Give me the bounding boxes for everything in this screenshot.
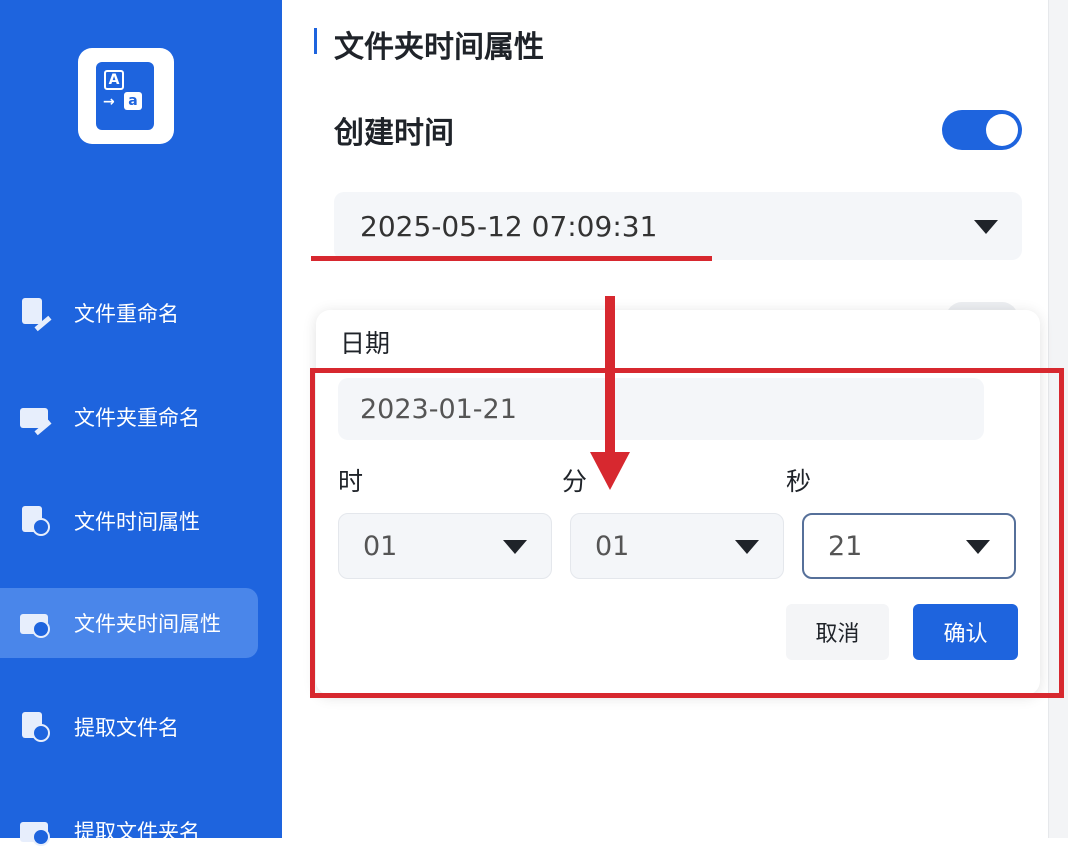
sidebar-item-label: 文件夹时间属性 bbox=[74, 612, 221, 636]
second-label: 秒 bbox=[786, 467, 812, 496]
minute-value: 01 bbox=[595, 530, 630, 562]
caret-down-icon bbox=[735, 540, 759, 554]
minute-select[interactable]: 01 bbox=[570, 513, 784, 579]
toggle-knob bbox=[986, 114, 1018, 146]
hour-value: 01 bbox=[363, 530, 398, 562]
sidebar-item-folder-rename[interactable]: 文件夹重命名 bbox=[0, 382, 258, 452]
sidebar-item-extract-foldername[interactable]: 提取文件夹名 bbox=[0, 796, 258, 866]
minute-label: 分 bbox=[562, 467, 588, 496]
folder-edit-icon bbox=[20, 402, 52, 436]
second-select[interactable]: 21 bbox=[802, 513, 1016, 579]
sidebar-item-file-time[interactable]: 文件时间属性 bbox=[0, 486, 258, 556]
date-value: 2023-01-21 bbox=[360, 393, 517, 425]
caret-down-icon bbox=[503, 540, 527, 554]
sidebar-item-label: 提取文件名 bbox=[74, 716, 179, 740]
file-edit-icon bbox=[20, 298, 52, 332]
sidebar-item-label: 文件夹重命名 bbox=[74, 406, 200, 430]
sidebar-item-extract-filename[interactable]: 提取文件名 bbox=[0, 692, 258, 762]
annotation-arrow-head bbox=[590, 452, 630, 490]
date-label: 日期 bbox=[340, 329, 391, 358]
file-extract-icon bbox=[20, 712, 50, 742]
sidebar: A → a 文件重命名 文件夹重命名 文件时间属性 文件夹时间属性 提取文件名 … bbox=[0, 0, 282, 846]
datetime-picker-popup: 日期 2023-01-21 时 分 秒 01 01 21 取消 确认 bbox=[316, 310, 1040, 695]
app-logo: A → a bbox=[78, 48, 174, 144]
caret-down-icon bbox=[974, 220, 998, 234]
scrollbar-track[interactable] bbox=[1048, 0, 1068, 838]
annotation-arrow-shaft bbox=[605, 296, 615, 456]
annotation-underline bbox=[311, 256, 712, 261]
create-time-select[interactable]: 2025-05-12 07:09:31 bbox=[334, 192, 1022, 260]
sidebar-item-folder-time[interactable]: 文件夹时间属性 bbox=[0, 588, 258, 658]
section-accent-bar bbox=[314, 28, 317, 54]
second-value: 21 bbox=[828, 530, 863, 562]
confirm-button[interactable]: 确认 bbox=[913, 604, 1018, 660]
translate-file-icon: A → a bbox=[96, 62, 154, 130]
cancel-button[interactable]: 取消 bbox=[786, 604, 889, 660]
sidebar-item-file-rename[interactable]: 文件重命名 bbox=[0, 278, 258, 348]
create-time-toggle[interactable] bbox=[942, 110, 1022, 150]
hour-select[interactable]: 01 bbox=[338, 513, 552, 579]
folder-extract-icon bbox=[20, 816, 50, 846]
section-title: 文件夹时间属性 bbox=[334, 30, 544, 65]
caret-down-icon bbox=[966, 540, 990, 554]
date-input[interactable]: 2023-01-21 bbox=[338, 378, 984, 440]
sidebar-item-label: 提取文件夹名 bbox=[74, 820, 200, 844]
folder-clock-icon bbox=[20, 608, 50, 638]
hour-label: 时 bbox=[338, 467, 364, 496]
file-clock-icon bbox=[20, 506, 50, 536]
sidebar-item-label: 文件重命名 bbox=[74, 302, 179, 326]
sidebar-item-label: 文件时间属性 bbox=[74, 510, 200, 534]
create-time-value: 2025-05-12 07:09:31 bbox=[360, 209, 658, 243]
create-time-label: 创建时间 bbox=[334, 116, 454, 151]
